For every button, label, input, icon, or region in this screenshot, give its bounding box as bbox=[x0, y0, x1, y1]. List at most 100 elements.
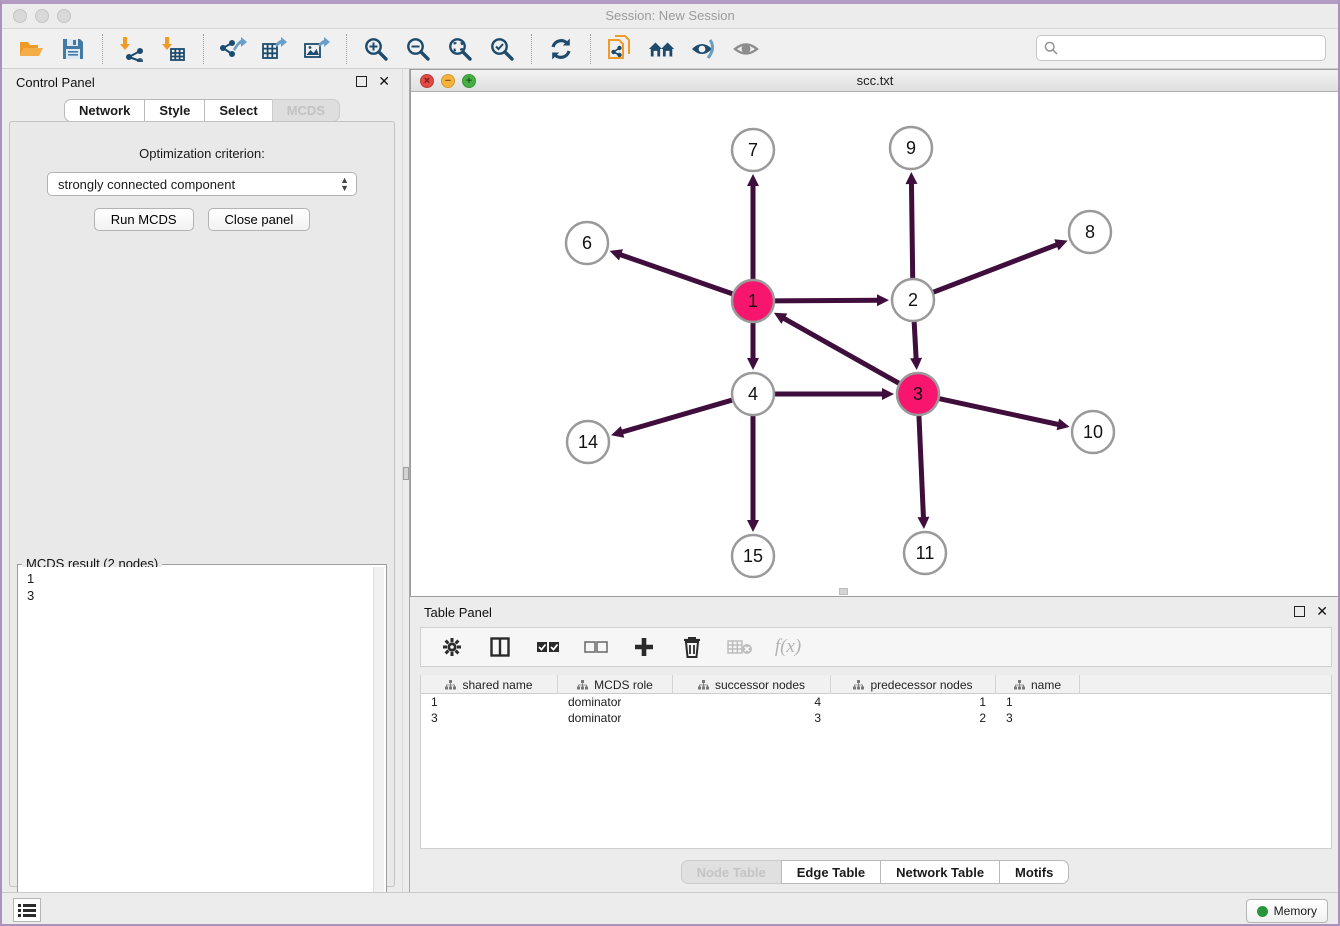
task-list-icon bbox=[18, 903, 36, 917]
tab-motifs[interactable]: Motifs bbox=[999, 860, 1069, 884]
column-header-predecessor-nodes[interactable]: predecessor nodes bbox=[831, 675, 996, 694]
search-box[interactable] bbox=[1036, 35, 1326, 61]
zoom-in-icon[interactable] bbox=[362, 35, 390, 63]
zoom-out-icon[interactable] bbox=[404, 35, 432, 63]
close-table-panel-icon[interactable]: ✕ bbox=[1316, 604, 1328, 619]
zoom-fit-icon[interactable] bbox=[446, 35, 474, 63]
graph-edge-2-8[interactable] bbox=[931, 244, 1059, 293]
table-settings-icon[interactable] bbox=[439, 634, 465, 660]
table-row[interactable]: 3dominator323 bbox=[421, 710, 1331, 726]
graph-edge-2-9[interactable] bbox=[911, 181, 912, 281]
graph-node-label: 6 bbox=[582, 233, 592, 253]
window-titlebar: Session: New Session bbox=[2, 4, 1338, 29]
node-table-header: shared nameMCDS rolesuccessor nodesprede… bbox=[421, 675, 1331, 694]
copy-network-icon[interactable] bbox=[606, 35, 634, 63]
memory-label: Memory bbox=[1274, 904, 1317, 918]
tab-network-table[interactable]: Network Table bbox=[880, 860, 999, 884]
memory-status-icon bbox=[1257, 906, 1268, 917]
tab-network[interactable]: Network bbox=[64, 99, 144, 122]
graph-node-label: 15 bbox=[743, 546, 763, 566]
graph-node-label: 14 bbox=[578, 432, 598, 452]
table-cell[interactable]: 4 bbox=[673, 695, 831, 709]
table-cell[interactable]: dominator bbox=[558, 695, 673, 709]
show-panel-icon[interactable] bbox=[732, 35, 760, 63]
table-cell[interactable]: dominator bbox=[558, 711, 673, 725]
graph-edge-3-11[interactable] bbox=[919, 413, 924, 520]
graph-edge-arrowhead bbox=[877, 294, 889, 306]
tab-edge-table[interactable]: Edge Table bbox=[781, 860, 880, 884]
graph-edge-arrowhead bbox=[611, 426, 624, 438]
float-table-panel-icon[interactable] bbox=[1294, 606, 1305, 617]
node-table-body: 1dominator4113dominator323 bbox=[421, 694, 1331, 726]
table-cell[interactable]: 2 bbox=[831, 711, 996, 725]
column-header-name[interactable]: name bbox=[996, 675, 1080, 694]
table-panel-tabs: Node Table Edge Table Network Table Moti… bbox=[410, 860, 1340, 884]
graph-edge-arrowhead bbox=[747, 174, 759, 186]
table-cell[interactable]: 1 bbox=[996, 695, 1080, 709]
delete-column-icon[interactable] bbox=[679, 634, 705, 660]
node-table: shared nameMCDS rolesuccessor nodesprede… bbox=[420, 675, 1332, 849]
zoom-selected-icon[interactable] bbox=[488, 35, 516, 63]
column-header-shared-name[interactable]: shared name bbox=[421, 675, 558, 694]
search-input[interactable] bbox=[1063, 41, 1325, 56]
splitter-grip[interactable] bbox=[403, 467, 409, 480]
run-mcds-button[interactable]: Run MCDS bbox=[94, 208, 194, 231]
panel-splitter[interactable] bbox=[402, 69, 410, 892]
open-file-icon[interactable] bbox=[17, 35, 45, 63]
column-header-MCDS-role[interactable]: MCDS role bbox=[558, 675, 673, 694]
export-network-icon[interactable] bbox=[219, 35, 247, 63]
deselect-all-icon[interactable] bbox=[583, 634, 609, 660]
table-cell[interactable]: 3 bbox=[673, 711, 831, 725]
import-network-icon[interactable] bbox=[118, 35, 146, 63]
select-stepper-icon: ▲▼ bbox=[340, 176, 349, 192]
control-panel: Control Panel ✕ Network Style Select MCD… bbox=[2, 69, 402, 892]
graph-edge-4-14[interactable] bbox=[620, 399, 735, 432]
tab-mcds[interactable]: MCDS bbox=[272, 99, 340, 122]
table-cell[interactable]: 1 bbox=[421, 695, 558, 709]
save-session-icon[interactable] bbox=[59, 35, 87, 63]
network-overview-icon[interactable] bbox=[648, 35, 676, 63]
table-cell[interactable]: 3 bbox=[996, 711, 1080, 725]
table-row[interactable]: 1dominator411 bbox=[421, 694, 1331, 710]
graph-edge-3-10[interactable] bbox=[937, 398, 1061, 425]
import-table-icon[interactable] bbox=[160, 35, 188, 63]
delete-table-icon[interactable] bbox=[727, 634, 753, 660]
graph-edge-arrowhead bbox=[747, 358, 759, 370]
column-header-successor-nodes[interactable]: successor nodes bbox=[673, 675, 831, 694]
table-cell[interactable]: 1 bbox=[831, 695, 996, 709]
memory-button[interactable]: Memory bbox=[1246, 899, 1328, 923]
add-column-icon[interactable] bbox=[631, 634, 657, 660]
graph-edge-1-6[interactable] bbox=[618, 254, 735, 295]
graph-edge-2-3[interactable] bbox=[914, 319, 916, 361]
graph-node-label: 1 bbox=[748, 291, 758, 311]
status-bar: Memory bbox=[2, 892, 1338, 924]
tab-select[interactable]: Select bbox=[204, 99, 271, 122]
graph-node-label: 9 bbox=[906, 138, 916, 158]
criterion-select[interactable]: strongly connected component ▲▼ bbox=[47, 172, 357, 196]
export-image-icon[interactable] bbox=[303, 35, 331, 63]
graph-node-label: 3 bbox=[913, 384, 923, 404]
tab-node-table[interactable]: Node Table bbox=[681, 860, 781, 884]
close-panel-button[interactable]: Close panel bbox=[208, 208, 311, 231]
network-canvas[interactable]: 1234678910111415 bbox=[411, 92, 1339, 596]
refresh-layout-icon[interactable] bbox=[547, 35, 575, 63]
result-scrollbar[interactable] bbox=[373, 567, 384, 926]
mcds-result-text[interactable]: 1 3 bbox=[20, 567, 373, 926]
graph-edge-3-1[interactable] bbox=[782, 317, 902, 384]
tab-style[interactable]: Style bbox=[144, 99, 204, 122]
table-cell[interactable]: 3 bbox=[421, 711, 558, 725]
panel-mode-icon[interactable] bbox=[487, 634, 513, 660]
close-panel-icon[interactable]: ✕ bbox=[378, 74, 390, 89]
canvas-scroll-thumb[interactable] bbox=[839, 588, 848, 595]
float-panel-icon[interactable] bbox=[356, 76, 367, 87]
network-window: × − + scc.txt 1234678910111415 bbox=[410, 69, 1340, 597]
hide-panel-icon[interactable] bbox=[690, 35, 718, 63]
mcds-result-group: MCDS result (2 nodes) 1 3 bbox=[17, 564, 387, 926]
mcds-panel-body: Optimization criterion: strongly connect… bbox=[9, 121, 395, 887]
select-all-icon[interactable] bbox=[535, 634, 561, 660]
graph-edge-1-2[interactable] bbox=[772, 300, 880, 301]
task-history-button[interactable] bbox=[13, 898, 41, 922]
export-table-icon[interactable] bbox=[261, 35, 289, 63]
network-window-titlebar[interactable]: × − + scc.txt bbox=[411, 70, 1339, 92]
graph-edge-arrowhead bbox=[610, 249, 623, 260]
